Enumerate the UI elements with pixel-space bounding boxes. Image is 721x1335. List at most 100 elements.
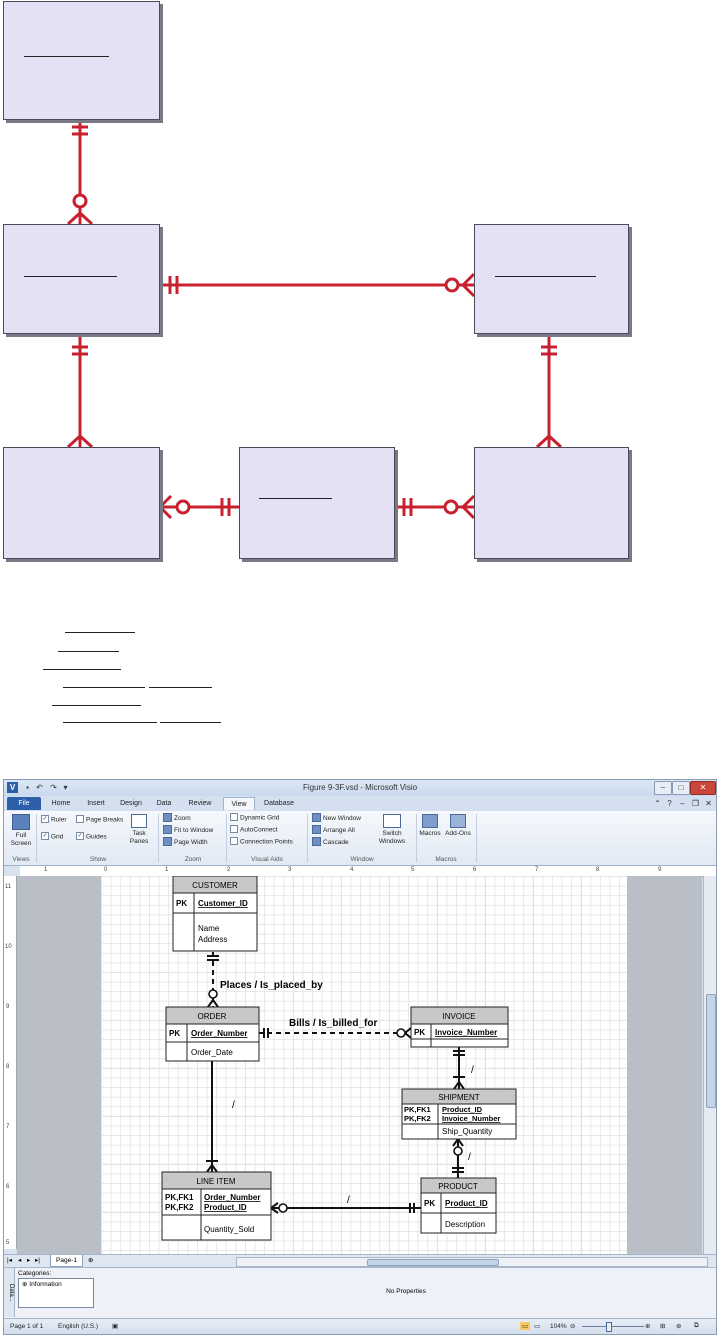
new-window-button[interactable]: New Window: [312, 813, 361, 823]
page-width-button[interactable]: Page Width: [163, 837, 208, 847]
cascade-button[interactable]: Cascade: [312, 837, 349, 847]
blank-line: [65, 632, 135, 633]
title-bar: V ▪ ↶ ↷ ▾ Figure 9-3F.vsd - Microsoft Vi…: [4, 780, 716, 796]
guides-checkbox[interactable]: ✓ Guides: [76, 832, 107, 842]
tab-file[interactable]: File: [7, 797, 41, 810]
key-attribute: Invoice_Number: [435, 1028, 497, 1037]
add-ons-button[interactable]: Add-Ons: [444, 814, 472, 838]
entity-order[interactable]: ORDER PK Order_Number Order_Date: [165, 1006, 260, 1062]
ruler-label: 9: [658, 867, 662, 873]
ruler-label: 3: [288, 867, 292, 873]
connection-points-label: Connection Points: [240, 838, 293, 846]
rel-label-slash[interactable]: /: [471, 1065, 474, 1076]
guides-label: Guides: [86, 833, 107, 841]
switch-windows-button[interactable]: Switch Windows: [374, 814, 410, 846]
checkbox-icon: [76, 815, 84, 823]
entity-customer[interactable]: CUSTOMER PK Customer_ID Name Address: [172, 876, 258, 952]
tab-home[interactable]: Home: [46, 797, 76, 810]
close-button[interactable]: ✕: [690, 781, 716, 795]
categories-list[interactable]: ⊕ Information: [18, 1278, 94, 1308]
rel-label-slash[interactable]: /: [232, 1100, 235, 1111]
zoom-button[interactable]: Zoom: [163, 813, 191, 823]
tab-data[interactable]: Data: [151, 797, 177, 810]
arrange-all-label: Arrange All: [323, 827, 355, 835]
rel-label-slash[interactable]: /: [468, 1152, 471, 1163]
task-panes-button[interactable]: Task Panes: [128, 814, 150, 846]
prev-page-icon[interactable]: ◂: [18, 1256, 21, 1264]
language-status[interactable]: English (U.S.): [58, 1323, 98, 1330]
insert-page-icon[interactable]: ⊕: [88, 1256, 93, 1264]
doc-restore-icon[interactable]: ❐: [690, 798, 701, 809]
page-tab[interactable]: Page-1: [50, 1255, 83, 1267]
zoom-out-icon[interactable]: ⊖: [570, 1322, 575, 1330]
grid-checkbox[interactable]: ✓ Grid: [41, 832, 63, 842]
pk-label: PK: [176, 899, 187, 908]
autoconnect-checkbox[interactable]: AutoConnect: [230, 825, 278, 835]
view-full-icon[interactable]: ▭: [534, 1322, 540, 1330]
page-breaks-checkbox[interactable]: Page Breaks: [76, 815, 123, 825]
entity-shipment[interactable]: SHIPMENT PK,FK1 PK,FK2 Product_ID Invoic…: [401, 1088, 517, 1140]
category-item[interactable]: ⊕ Information: [19, 1279, 93, 1289]
fit-to-window-button[interactable]: Fit to Window: [163, 825, 213, 835]
blank-line: [52, 705, 141, 706]
next-page-icon[interactable]: ▸: [27, 1256, 30, 1264]
help-icon[interactable]: ?: [664, 798, 675, 809]
pan-zoom-icon[interactable]: ⊛: [676, 1322, 681, 1330]
switch-windows-icon: [383, 814, 401, 828]
entity-line-item[interactable]: LINE ITEM PK,FK1 PK,FK2 Order_Number Pro…: [161, 1171, 272, 1241]
zoom-icon: [163, 813, 172, 822]
minimize-button[interactable]: –: [654, 781, 672, 795]
doc-minimize-icon[interactable]: –: [677, 798, 688, 809]
expand-icon[interactable]: ⊕: [22, 1281, 27, 1288]
entity-product[interactable]: PRODUCT PK Product_ID Description: [420, 1177, 497, 1234]
zoom-level[interactable]: 104%: [550, 1323, 567, 1330]
first-page-icon[interactable]: |◂: [7, 1256, 12, 1264]
key-attribute: Product_ID: [204, 1203, 247, 1212]
scroll-thumb[interactable]: [367, 1259, 499, 1266]
connection-points-checkbox[interactable]: Connection Points: [230, 837, 293, 847]
macro-record-icon[interactable]: ▣: [112, 1322, 118, 1330]
macros-label: Macros: [419, 830, 441, 837]
doc-close-icon[interactable]: ✕: [703, 798, 714, 809]
key-underline: [24, 56, 109, 57]
zoom-in-icon[interactable]: ⊕: [645, 1322, 650, 1330]
scroll-thumb[interactable]: [706, 994, 716, 1108]
page-width-icon: [163, 837, 172, 846]
zoom-slider[interactable]: [582, 1322, 644, 1332]
tab-database[interactable]: Database: [259, 797, 299, 810]
vertical-scrollbar[interactable]: [703, 876, 716, 1254]
attribute: Ship_Quantity: [442, 1127, 492, 1136]
checkbox-icon: [230, 825, 238, 833]
tab-design[interactable]: Design: [116, 797, 146, 810]
erd-diagram[interactable]: Places / Is_placed_by Bills / Is_billed_…: [101, 876, 627, 1254]
full-screen-button[interactable]: Full Screen: [9, 814, 33, 848]
rel-label-places[interactable]: Places / Is_placed_by: [220, 980, 323, 991]
zoom-slider-thumb[interactable]: [606, 1322, 612, 1332]
tab-view[interactable]: View: [223, 797, 255, 810]
view-normal-icon[interactable]: ▭: [520, 1322, 531, 1330]
horizontal-scrollbar[interactable]: [236, 1257, 708, 1267]
page-number-status[interactable]: Page 1 of 1: [10, 1323, 43, 1330]
switch-windows-icon[interactable]: ⧉: [694, 1322, 699, 1330]
drawing-canvas[interactable]: Places / Is_placed_by Bills / Is_billed_…: [17, 876, 702, 1254]
arrange-all-button[interactable]: Arrange All: [312, 825, 355, 835]
rel-label-slash[interactable]: /: [347, 1195, 350, 1206]
tab-insert[interactable]: Insert: [81, 797, 111, 810]
ruler-checkbox[interactable]: ✓ Ruler: [41, 815, 67, 825]
entity-invoice[interactable]: INVOICE PK Invoice_Number: [410, 1006, 509, 1048]
minimize-ribbon-icon[interactable]: ⌃: [652, 798, 663, 809]
rel-label-bills[interactable]: Bills / Is_billed_for: [289, 1018, 377, 1029]
dynamic-grid-checkbox[interactable]: Dynamic Grid: [230, 813, 279, 823]
macros-button[interactable]: Macros: [419, 814, 441, 838]
group-separator: [416, 814, 417, 862]
ribbon: Full Screen Views ✓ Ruler Page Breaks ✓ Gr…: [4, 811, 716, 866]
ruler-label: 5: [411, 867, 415, 873]
drawing-page[interactable]: Places / Is_placed_by Bills / Is_billed_…: [101, 876, 627, 1254]
tab-review[interactable]: Review: [184, 797, 216, 810]
maximize-button[interactable]: □: [672, 781, 690, 795]
key-underline: [495, 276, 596, 277]
last-page-icon[interactable]: ▸|: [35, 1256, 40, 1264]
checkbox-icon: [230, 837, 238, 845]
fit-page-icon[interactable]: ⊞: [660, 1322, 665, 1330]
ribbon-tabs: File Home Insert Design Data Review View…: [4, 796, 716, 811]
